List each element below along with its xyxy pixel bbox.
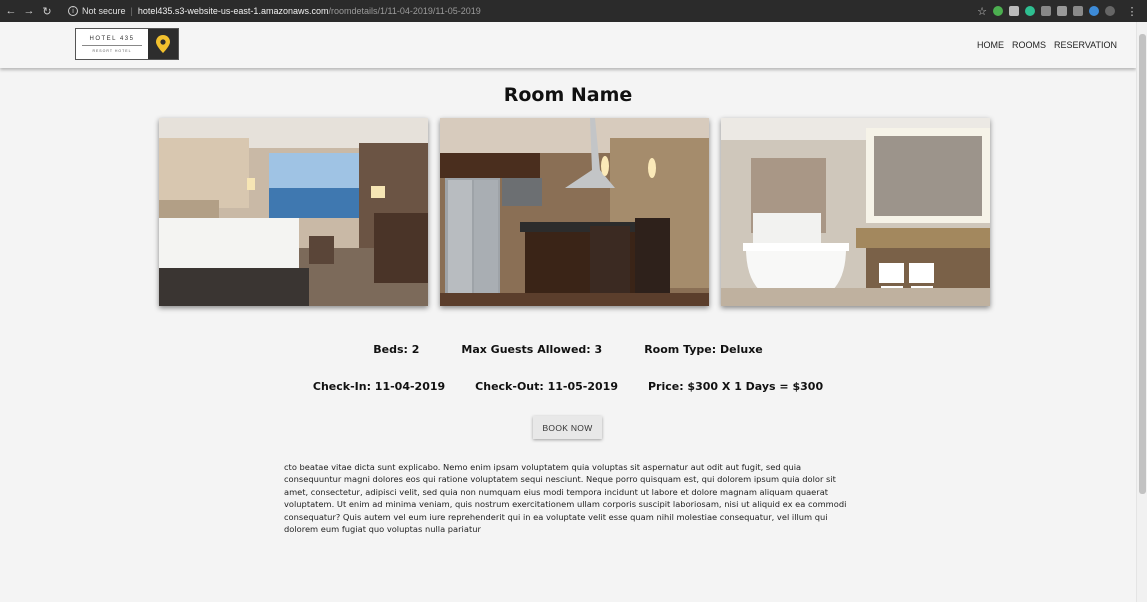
logo-divider bbox=[82, 44, 142, 46]
room-photo-gallery bbox=[159, 118, 990, 306]
beds-value: Beds: 2 bbox=[373, 343, 420, 356]
bookmark-star-icon[interactable]: ☆ bbox=[977, 5, 987, 18]
main-nav: HOME ROOMS RESERVATION bbox=[977, 40, 1117, 50]
price-value: Price: $300 X 1 Days = $300 bbox=[647, 380, 824, 393]
extension-blue-icon[interactable] bbox=[1089, 6, 1099, 16]
check-in-value: Check-In: 11-04-2019 bbox=[312, 380, 446, 393]
room-title: Room Name bbox=[503, 84, 633, 106]
extension-area: ☆ ⋮ bbox=[977, 4, 1147, 18]
site-header: HOTEL 435 RESORT HOTEL HOME ROOMS RESERV… bbox=[0, 22, 1136, 68]
nav-reservation[interactable]: RESERVATION bbox=[1054, 40, 1117, 50]
url-host: hotel435.s3-website-us-east-1.amazonaws.… bbox=[137, 6, 329, 16]
forward-arrow-icon[interactable]: → bbox=[22, 4, 36, 18]
max-guests-value: Max Guests Allowed: 3 bbox=[461, 343, 603, 356]
extension-grammar-icon[interactable] bbox=[1025, 6, 1035, 16]
book-now-button[interactable]: BOOK NOW bbox=[533, 416, 602, 439]
extension-grey-icon[interactable] bbox=[1009, 6, 1019, 16]
hotel-logo[interactable]: HOTEL 435 RESORT HOTEL bbox=[75, 28, 179, 60]
nav-home[interactable]: HOME bbox=[977, 40, 1004, 50]
url-divider: | bbox=[130, 6, 133, 16]
check-out-value: Check-Out: 11-05-2019 bbox=[475, 380, 618, 393]
nav-rooms[interactable]: ROOMS bbox=[1012, 40, 1046, 50]
extension-wappalyzer-icon[interactable] bbox=[1073, 6, 1083, 16]
page-scrollbar[interactable] bbox=[1136, 22, 1147, 602]
room-specs-row: Beds: 2 Max Guests Allowed: 3 Room Type:… bbox=[0, 343, 1136, 356]
scrollbar-thumb[interactable] bbox=[1139, 34, 1146, 494]
security-label: Not secure bbox=[82, 6, 126, 16]
bedroom-photo bbox=[159, 118, 428, 306]
logo-main-text: HOTEL 435 bbox=[89, 35, 135, 42]
location-pin-icon bbox=[148, 29, 178, 59]
booking-dates-row: Check-In: 11-04-2019 Check-Out: 11-05-20… bbox=[0, 380, 1136, 393]
profile-avatar-icon[interactable] bbox=[1105, 6, 1115, 16]
browser-toolbar: ← → ↻ i Not secure | hotel435.s3-website… bbox=[0, 0, 1147, 22]
extension-pen-icon[interactable] bbox=[1057, 6, 1067, 16]
room-description: cto beatae vitae dicta sunt explicabo. N… bbox=[284, 462, 847, 535]
extension-box-icon[interactable] bbox=[1041, 6, 1051, 16]
logo-text-block: HOTEL 435 RESORT HOTEL bbox=[76, 29, 148, 59]
url-path: /roomdetails/1/11-04-2019/11-05-2019 bbox=[328, 6, 481, 16]
kitchen-photo bbox=[440, 118, 709, 306]
reload-icon[interactable]: ↻ bbox=[40, 4, 54, 18]
menu-kebab-icon[interactable]: ⋮ bbox=[1125, 4, 1139, 18]
address-bar[interactable]: hotel435.s3-website-us-east-1.amazonaws.… bbox=[138, 6, 481, 16]
room-type-value: Room Type: Deluxe bbox=[644, 343, 763, 356]
extension-green-icon[interactable] bbox=[993, 6, 1003, 16]
info-icon[interactable]: i bbox=[68, 6, 78, 16]
logo-sub-text: RESORT HOTEL bbox=[92, 48, 132, 53]
page-content: HOTEL 435 RESORT HOTEL HOME ROOMS RESERV… bbox=[0, 22, 1147, 602]
bathroom-photo bbox=[721, 118, 990, 306]
back-arrow-icon[interactable]: ← bbox=[4, 4, 18, 18]
